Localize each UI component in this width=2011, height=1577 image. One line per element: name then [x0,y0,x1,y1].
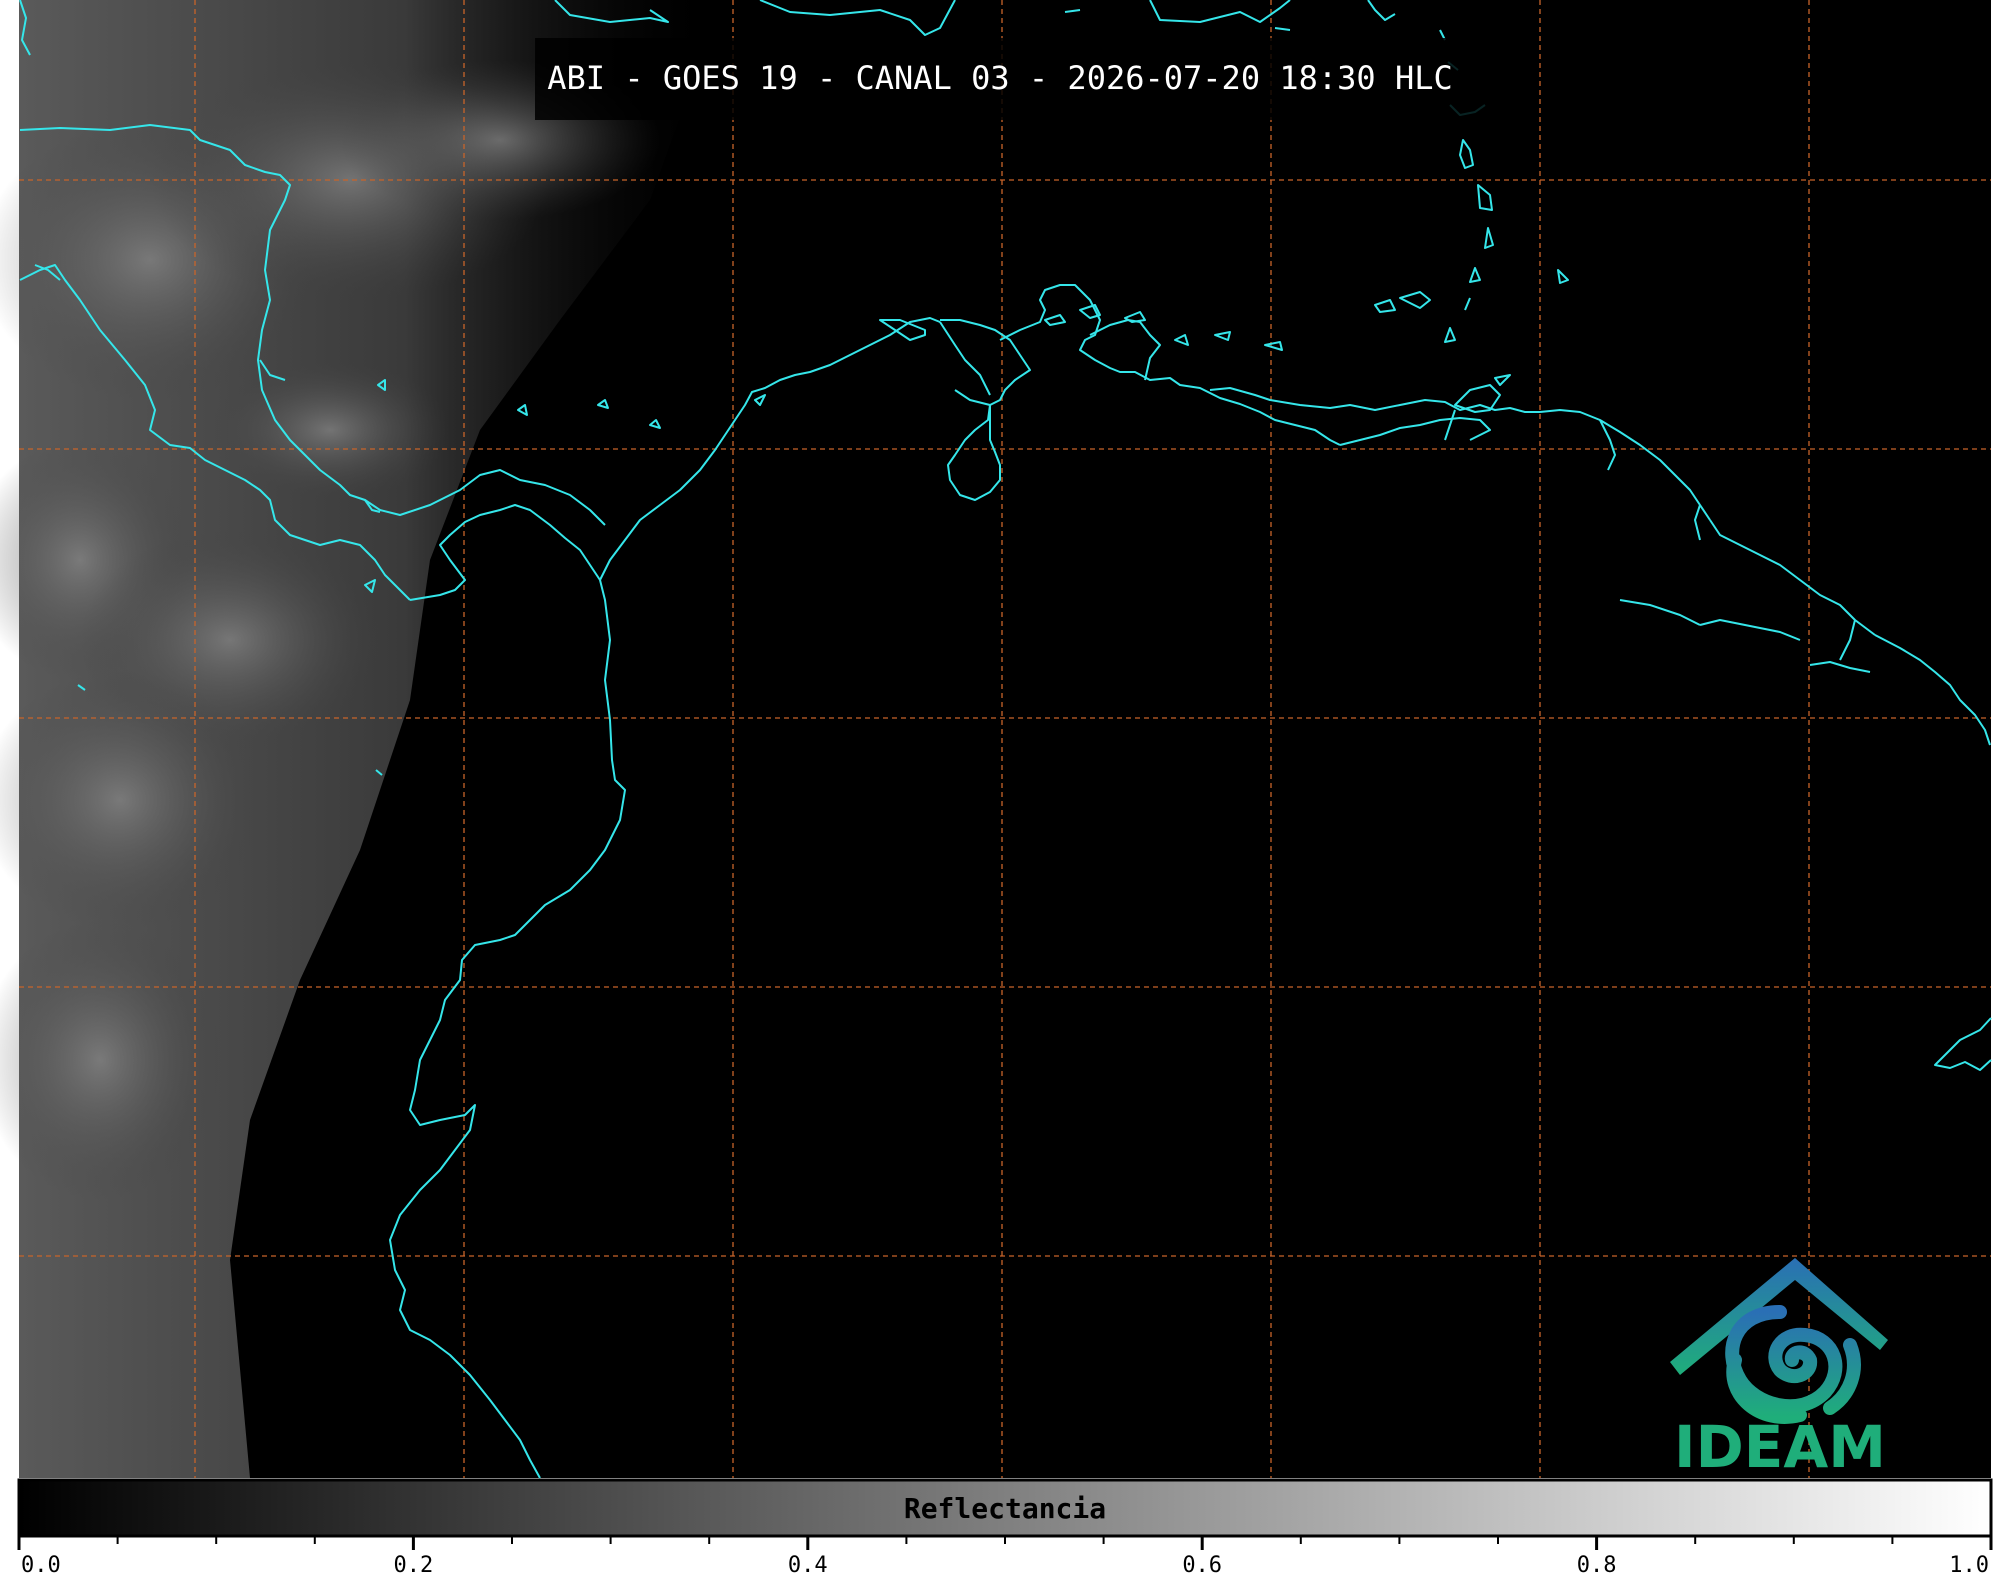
colorbar-tick-label: 0.2 [394,1553,434,1577]
colorbar-ticks: 0.0 0.2 0.4 0.6 0.8 1.0 [17,1536,1993,1577]
colorbar-label: Reflectancia [904,1492,1106,1525]
colorbar-tick-label: 0.8 [1577,1553,1617,1577]
colorbar-tick-label: 0.6 [1182,1553,1222,1577]
map-title: ABI - GOES 19 - CANAL 03 - 2026-07-20 18… [547,59,1452,97]
colorbar-tick-label: 0.4 [788,1553,828,1577]
logo-text: IDEAM [1674,1413,1886,1481]
colorbar-tick-label: 1.0 [1949,1553,1989,1577]
colorbar-tick-label: 0.0 [21,1553,61,1577]
satellite-map-figure: ABI - GOES 19 - CANAL 03 - 2026-07-20 18… [0,0,1993,1577]
colorbar: Reflectancia 0.0 0.2 0.4 0.6 0.8 1.0 [17,1478,1993,1577]
